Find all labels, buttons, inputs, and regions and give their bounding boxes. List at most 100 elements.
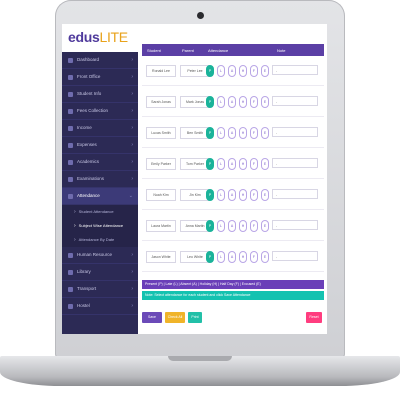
attendance-option[interactable]: E — [261, 65, 269, 77]
sidebar-item-examinations[interactable]: Examinations › — [62, 171, 138, 188]
note-input[interactable]: - — [272, 251, 318, 261]
check-all-button[interactable]: Check All — [165, 312, 185, 323]
attendance-option[interactable]: F — [250, 220, 258, 232]
attendance-option[interactable]: E — [261, 96, 269, 108]
sidebar-item-transport[interactable]: Transport › — [62, 281, 138, 298]
attendance-option[interactable]: P — [206, 220, 214, 232]
attendance-option[interactable]: A — [228, 189, 236, 201]
bus-icon — [68, 286, 73, 292]
sidebar-item-attendance[interactable]: Attendance ⌄ — [62, 188, 138, 205]
attendance-option[interactable]: P — [206, 189, 214, 201]
attendance-option[interactable]: H — [239, 220, 247, 232]
student-name: Lucas Smith — [146, 127, 176, 139]
attendance-option[interactable]: F — [250, 96, 258, 108]
chevron-right-icon: › — [131, 252, 133, 258]
attendance-option[interactable]: A — [228, 220, 236, 232]
attendance-option[interactable]: F — [250, 65, 258, 77]
attendance-option[interactable]: A — [228, 158, 236, 170]
bed-icon — [68, 303, 73, 309]
sidebar-item-dashboard[interactable]: Dashboard › — [62, 52, 138, 69]
attendance-option[interactable]: L — [217, 220, 225, 232]
student-name: Laura Martin — [146, 220, 176, 232]
table-row: Lucas Smith Ben Smith P L A H F E - — [142, 119, 324, 148]
attendance-option[interactable]: E — [261, 220, 269, 232]
student-name: Jason White — [146, 251, 176, 263]
library-icon — [68, 269, 73, 275]
attendance-option[interactable]: F — [250, 251, 258, 263]
attendance-options: P L A H F E — [206, 127, 269, 139]
attendance-option[interactable]: F — [250, 189, 258, 201]
exam-icon — [68, 176, 73, 182]
chart-icon — [68, 125, 73, 131]
attendance-option[interactable]: H — [239, 251, 247, 263]
sidebar-subitem-subject-attendance[interactable]: › Subject Wise Attendance — [62, 219, 138, 233]
attendance-option[interactable]: P — [206, 65, 214, 77]
attendance-option[interactable]: H — [239, 96, 247, 108]
note-input[interactable]: - — [272, 189, 318, 199]
attendance-option[interactable]: A — [228, 65, 236, 77]
note-input[interactable]: - — [272, 65, 318, 75]
table-row: Noah Kim Jin Kim P L A H F E - — [142, 181, 324, 210]
wallet-icon — [68, 142, 73, 148]
attendance-options: P L A H F E — [206, 220, 269, 232]
attendance-option[interactable]: P — [206, 127, 214, 139]
sidebar-item-student-info[interactable]: Student Info › — [62, 86, 138, 103]
attendance-options: P L A H F E — [206, 96, 269, 108]
sidebar-subitem-student-attendance[interactable]: › Student Attendance — [62, 205, 138, 219]
logo[interactable]: edusLITE — [68, 29, 128, 45]
attendance-option[interactable]: P — [206, 158, 214, 170]
student-name: Ronald Lee — [146, 65, 176, 77]
note-input[interactable]: - — [272, 127, 318, 137]
print-button[interactable]: Print — [188, 312, 202, 323]
table-row: Jason White Leo White P L A H F E - — [142, 243, 324, 272]
attendance-option[interactable]: A — [228, 96, 236, 108]
attendance-option[interactable]: F — [250, 158, 258, 170]
reset-button[interactable]: Reset — [306, 312, 322, 323]
sidebar-item-income[interactable]: Income › — [62, 120, 138, 137]
webcam — [197, 12, 204, 19]
attendance-option[interactable]: A — [228, 127, 236, 139]
chevron-right-icon: › — [131, 91, 133, 97]
attendance-option[interactable]: A — [228, 251, 236, 263]
chevron-right-icon: › — [131, 57, 133, 63]
note-input[interactable]: - — [272, 158, 318, 168]
column-header-attendance: Attendance — [208, 48, 229, 53]
attendance-options: P L A H F E — [206, 251, 269, 263]
attendance-option[interactable]: H — [239, 127, 247, 139]
attendance-option[interactable]: E — [261, 251, 269, 263]
attendance-options: P L A H F E — [206, 65, 269, 77]
save-attendance-button[interactable]: Save Attendance — [142, 312, 162, 330]
note-input[interactable]: - — [272, 96, 318, 106]
nav-list: Dashboard › Front Office › Student Info › F… — [62, 52, 138, 315]
attendance-option[interactable]: L — [217, 189, 225, 201]
sidebar-item-academics[interactable]: Academics › — [62, 154, 138, 171]
attendance-option[interactable]: P — [206, 251, 214, 263]
bullet-icon: › — [74, 223, 76, 229]
sidebar-item-hostel[interactable]: Hostel › — [62, 298, 138, 315]
sidebar-item-human-resource[interactable]: Human Resource › — [62, 247, 138, 264]
attendance-option[interactable]: P — [206, 96, 214, 108]
attendance-option[interactable]: H — [239, 189, 247, 201]
attendance-option[interactable]: H — [239, 158, 247, 170]
sidebar-item-front-office[interactable]: Front Office › — [62, 69, 138, 86]
bullet-icon: › — [74, 237, 76, 243]
chevron-right-icon: › — [131, 142, 133, 148]
attendance-option[interactable]: L — [217, 65, 225, 77]
attendance-option[interactable]: L — [217, 96, 225, 108]
attendance-option[interactable]: L — [217, 158, 225, 170]
chevron-right-icon: › — [131, 176, 133, 182]
attendance-option[interactable]: F — [250, 127, 258, 139]
attendance-option[interactable]: E — [261, 158, 269, 170]
note-input[interactable]: - — [272, 220, 318, 230]
attendance-option[interactable]: E — [261, 127, 269, 139]
attendance-option[interactable]: E — [261, 189, 269, 201]
sidebar-item-fees[interactable]: Fees Collection › — [62, 103, 138, 120]
legend-bar: Present (P) | Late (L) | Absent (A) | Ho… — [142, 280, 324, 289]
attendance-option[interactable]: L — [217, 251, 225, 263]
attendance-option[interactable]: H — [239, 65, 247, 77]
attendance-option[interactable]: L — [217, 127, 225, 139]
sidebar-item-expenses[interactable]: Expenses › — [62, 137, 138, 154]
sidebar-subitem-attendance-by-date[interactable]: › Attendance By Date — [62, 233, 138, 247]
people-icon — [68, 252, 73, 258]
sidebar-item-library[interactable]: Library › — [62, 264, 138, 281]
